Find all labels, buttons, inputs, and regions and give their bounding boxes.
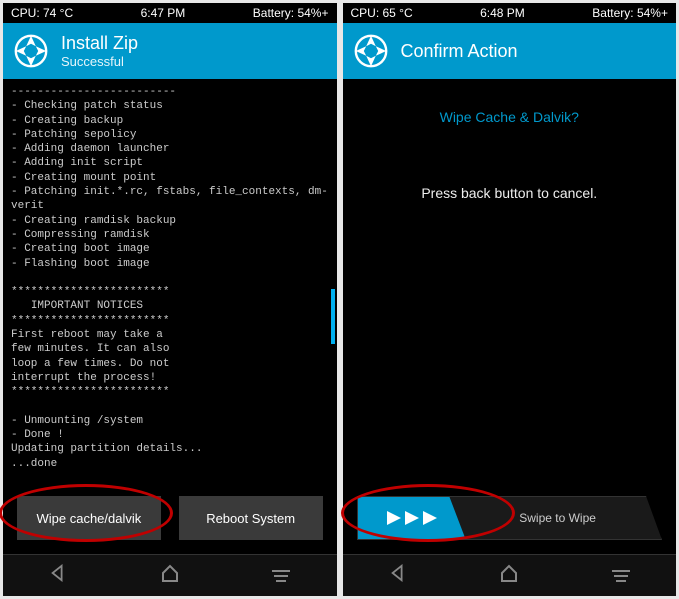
swipe-label: Swipe to Wipe xyxy=(519,511,596,525)
status-bar: CPU: 74 °C 6:47 PM Battery: 54%+ xyxy=(3,3,337,23)
nav-home-icon[interactable] xyxy=(499,563,519,588)
status-bar: CPU: 65 °C 6:48 PM Battery: 54%+ xyxy=(343,3,677,23)
right-phone: CPU: 65 °C 6:48 PM Battery: 54%+ Confirm… xyxy=(343,3,677,596)
header-title: Confirm Action xyxy=(401,41,518,62)
app-header: Install Zip Successful xyxy=(3,23,337,79)
nav-menu-icon[interactable] xyxy=(272,570,290,582)
confirm-question: Wipe Cache & Dalvik? xyxy=(440,109,579,125)
nav-back-icon[interactable] xyxy=(389,564,407,587)
status-time: 6:48 PM xyxy=(480,6,525,20)
swipe-knob[interactable] xyxy=(358,497,466,539)
reboot-system-button[interactable]: Reboot System xyxy=(179,496,323,540)
app-header: Confirm Action xyxy=(343,23,677,79)
confirm-hint: Press back button to cancel. xyxy=(421,185,597,201)
twrp-logo-icon xyxy=(351,31,391,71)
nav-home-icon[interactable] xyxy=(160,563,180,588)
swipe-row: Swipe to Wipe xyxy=(343,490,677,554)
nav-back-icon[interactable] xyxy=(49,564,67,587)
nav-bar xyxy=(3,554,337,596)
status-battery: Battery: 54%+ xyxy=(253,6,329,20)
status-cpu: CPU: 65 °C xyxy=(351,6,413,20)
confirm-body: Wipe Cache & Dalvik? Press back button t… xyxy=(343,79,677,490)
nav-bar xyxy=(343,554,677,596)
header-subtitle: Successful xyxy=(61,54,138,69)
status-cpu: CPU: 74 °C xyxy=(11,6,73,20)
header-title: Install Zip xyxy=(61,33,138,54)
status-time: 6:47 PM xyxy=(141,6,186,20)
terminal-output[interactable]: ------------------------- - Checking pat… xyxy=(3,79,337,490)
status-battery: Battery: 54%+ xyxy=(592,6,668,20)
wipe-cache-button[interactable]: Wipe cache/dalvik xyxy=(17,496,161,540)
button-row: Wipe cache/dalvik Reboot System xyxy=(3,490,337,554)
swipe-slider[interactable]: Swipe to Wipe xyxy=(357,496,663,540)
nav-menu-icon[interactable] xyxy=(612,570,630,582)
scrollbar[interactable] xyxy=(331,289,335,344)
left-phone: CPU: 74 °C 6:47 PM Battery: 54%+ Install… xyxy=(3,3,337,596)
twrp-logo-icon xyxy=(11,31,51,71)
